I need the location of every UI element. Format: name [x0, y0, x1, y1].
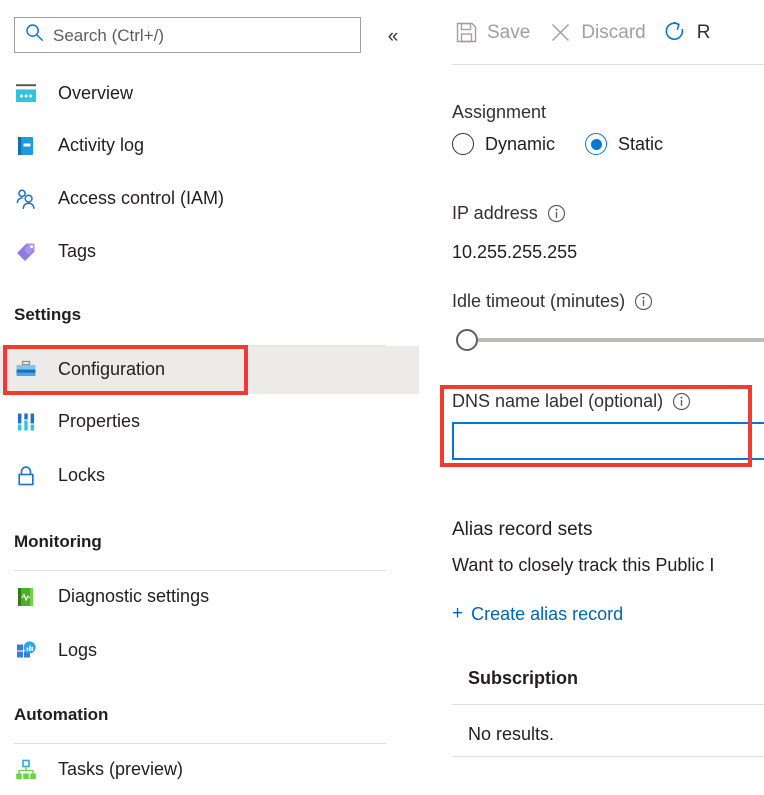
command-bar: Save Discard R	[452, 12, 726, 52]
discard-button[interactable]: Discard	[546, 18, 646, 46]
info-icon[interactable]	[672, 392, 691, 411]
search-icon	[25, 23, 44, 47]
info-icon[interactable]	[547, 204, 566, 223]
chevron-double-left-icon[interactable]: «	[380, 23, 406, 49]
sidebar-item-logs[interactable]: Logs	[0, 627, 419, 675]
sidebar-item-diagnostic-settings[interactable]: Diagnostic settings	[0, 573, 419, 621]
table-empty-text: No results.	[468, 724, 555, 744]
alias-record-sets-heading: Alias record sets	[452, 519, 593, 540]
sidebar-item-access-control[interactable]: Access control (IAM)	[0, 175, 419, 223]
sidebar-item-label: Logs	[58, 640, 98, 661]
discard-label: Discard	[581, 21, 646, 43]
ip-address-label: IP address	[452, 203, 566, 224]
dns-name-label-input[interactable]	[452, 422, 764, 460]
access-control-icon	[14, 187, 38, 211]
save-button[interactable]: Save	[452, 18, 530, 46]
diagnostic-settings-icon	[14, 585, 38, 609]
radio-static[interactable]: Static	[585, 133, 663, 155]
refresh-icon	[662, 18, 690, 46]
tasks-icon	[14, 758, 38, 782]
table-column-subscription: Subscription	[468, 668, 579, 688]
idle-timeout-slider[interactable]	[456, 329, 764, 351]
search-placeholder-text: Search (Ctrl+/)	[53, 25, 164, 45]
azure-portal-screen: Search (Ctrl+/) « Overview Activity log …	[0, 0, 764, 795]
configuration-icon	[14, 358, 38, 382]
sidebar-item-label: Tags	[58, 241, 97, 262]
alias-description: Want to closely track this Public I	[452, 555, 715, 575]
properties-icon	[14, 410, 38, 434]
sidebar-item-label: Locks	[58, 465, 106, 486]
refresh-button[interactable]: R	[662, 18, 711, 46]
sidebar-group-automation: Automation	[14, 705, 109, 724]
radio-static-label: Static	[618, 134, 664, 154]
radio-dynamic[interactable]: Dynamic	[452, 133, 555, 155]
sidebar-item-overview[interactable]: Overview	[0, 70, 419, 118]
radio-dynamic-dot	[452, 133, 474, 155]
sidebar-item-label: Overview	[58, 83, 134, 104]
slider-track	[474, 338, 764, 342]
ip-address-value: 10.255.255.255	[452, 242, 578, 262]
sidebar-group-settings: Settings	[14, 305, 82, 324]
plus-icon: +	[452, 603, 464, 624]
configuration-blade: Save Discard R Assignment Dynamic Static…	[430, 0, 764, 795]
idle-timeout-label: Idle timeout (minutes)	[452, 291, 653, 312]
ip-address-label-text: IP address	[452, 203, 538, 223]
resource-menu-pane: Search (Ctrl+/) « Overview Activity log …	[0, 0, 430, 795]
slider-thumb[interactable]	[456, 329, 478, 351]
command-bar-divider	[452, 64, 764, 65]
info-icon[interactable]	[634, 292, 653, 311]
sidebar-item-label: Tasks (preview)	[58, 759, 184, 780]
sidebar-item-tags[interactable]: Tags	[0, 228, 419, 276]
sidebar-item-activity-log[interactable]: Activity log	[0, 122, 419, 170]
create-alias-record-label: Create alias record	[471, 603, 624, 624]
sidebar-group-monitoring: Monitoring	[14, 532, 102, 551]
table-header-divider	[452, 704, 764, 705]
save-label: Save	[487, 21, 531, 43]
activity-log-icon	[14, 134, 38, 158]
sidebar-item-label: Configuration	[58, 359, 166, 380]
sidebar-item-properties[interactable]: Properties	[0, 398, 419, 446]
assignment-radio-group[interactable]: Dynamic Static	[452, 133, 693, 155]
search-row: Search (Ctrl+/) «	[0, 17, 430, 54]
sidebar-item-label: Access control (IAM)	[58, 188, 225, 209]
radio-static-dot	[585, 133, 608, 155]
table-footer-divider	[452, 756, 764, 757]
sidebar-item-label: Diagnostic settings	[58, 586, 210, 607]
tags-icon	[14, 240, 38, 264]
radio-dynamic-label: Dynamic	[485, 134, 556, 154]
sidebar-item-label: Activity log	[58, 135, 145, 156]
dns-name-label-text: DNS name label (optional)	[452, 391, 664, 411]
dns-name-label-label: DNS name label (optional)	[452, 391, 691, 412]
sidebar-item-locks[interactable]: Locks	[0, 452, 419, 500]
overview-icon	[14, 82, 38, 106]
sidebar-item-tasks[interactable]: Tasks (preview)	[0, 746, 419, 794]
sidebar-item-configuration[interactable]: Configuration	[0, 346, 419, 394]
create-alias-record-link[interactable]: + Create alias record	[452, 603, 624, 625]
save-icon	[452, 18, 480, 46]
group-divider	[14, 743, 386, 744]
search-input[interactable]: Search (Ctrl+/)	[14, 17, 361, 53]
group-divider	[14, 570, 386, 571]
sidebar-item-label: Properties	[58, 411, 141, 432]
locks-icon	[14, 464, 38, 488]
discard-icon	[546, 18, 574, 46]
idle-timeout-label-text: Idle timeout (minutes)	[452, 291, 626, 311]
assignment-label: Assignment	[452, 102, 547, 122]
refresh-label: R	[696, 21, 711, 43]
logs-icon	[14, 639, 38, 663]
